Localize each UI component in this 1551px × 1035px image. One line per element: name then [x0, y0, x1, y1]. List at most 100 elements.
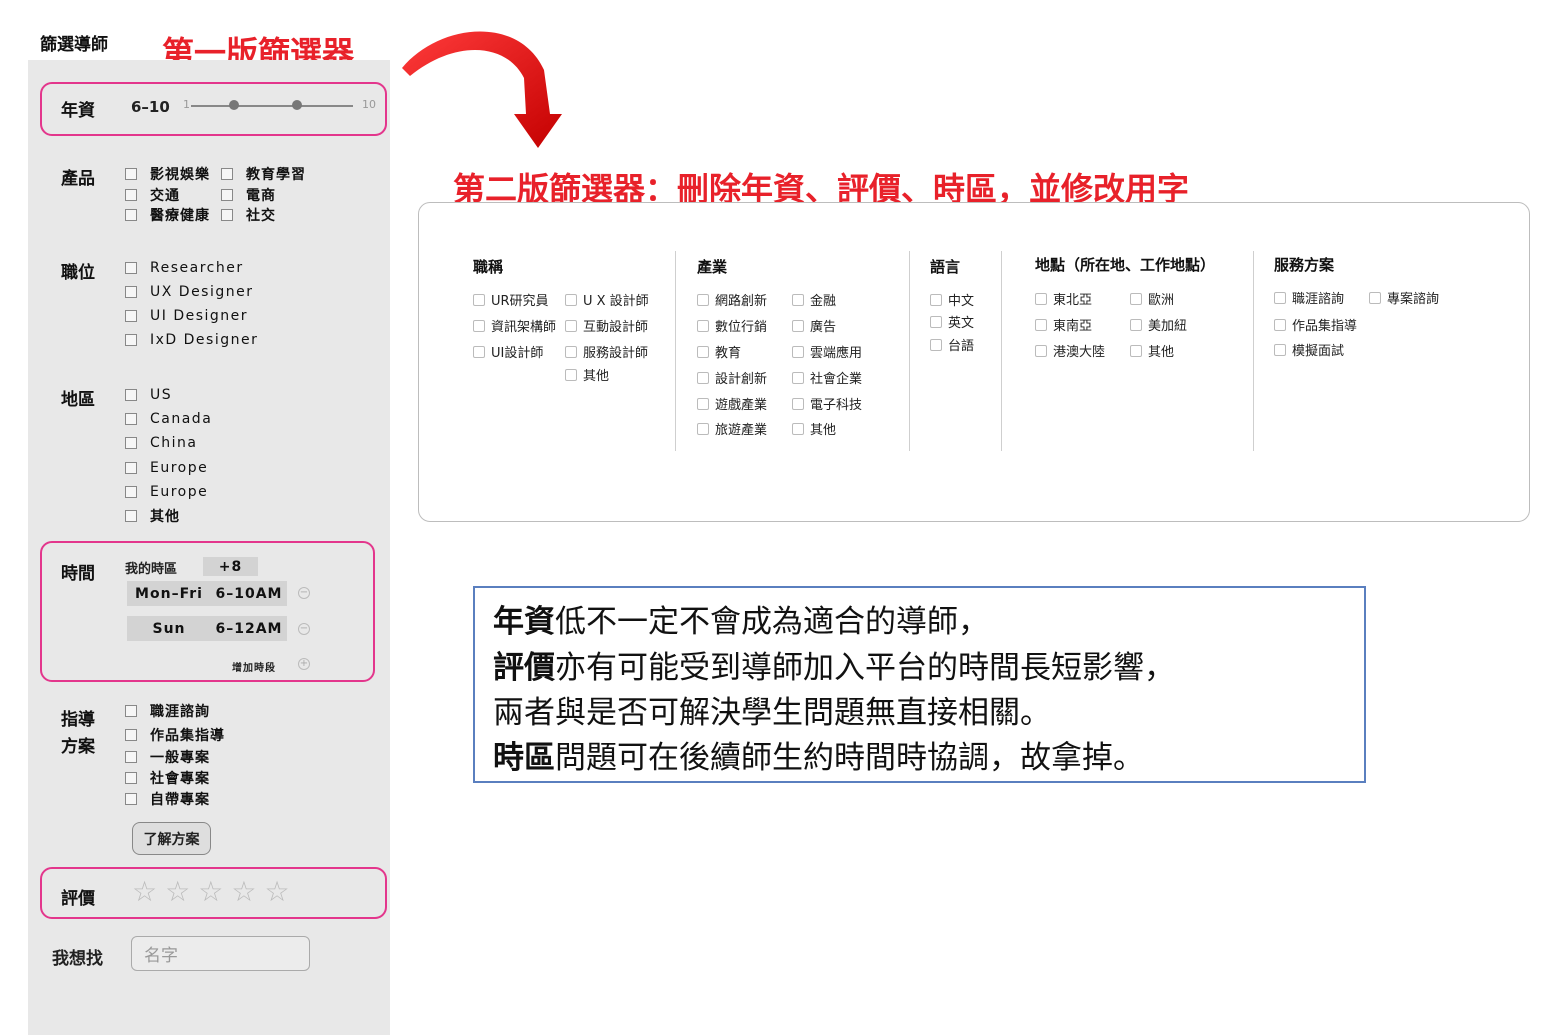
star-icon[interactable]: ☆: [132, 878, 157, 906]
region-option[interactable]: Europe: [125, 484, 208, 500]
checkbox[interactable]: [125, 209, 137, 221]
checkbox[interactable]: [1035, 344, 1047, 357]
industry-option[interactable]: 雲端應用: [792, 342, 862, 361]
add-slot-button[interactable]: 增加時段: [232, 659, 276, 674]
star-icon[interactable]: ☆: [264, 878, 289, 906]
industry-option[interactable]: 旅遊產業: [697, 419, 767, 438]
position-option[interactable]: IxD Designer: [125, 332, 258, 348]
checkbox[interactable]: [473, 319, 485, 332]
location-option[interactable]: 東北亞: [1035, 289, 1092, 308]
checkbox[interactable]: [565, 345, 577, 358]
checkbox[interactable]: [125, 751, 137, 763]
checkbox[interactable]: [697, 345, 709, 358]
product-option[interactable]: 社交: [221, 205, 276, 225]
time-slot-range[interactable]: 6–12AM: [211, 616, 287, 641]
checkbox[interactable]: [697, 371, 709, 384]
industry-option[interactable]: 設計創新: [697, 368, 767, 387]
checkbox[interactable]: [792, 319, 804, 332]
product-option[interactable]: 影視娛樂: [125, 164, 210, 184]
service-option[interactable]: 專案諮詢: [1369, 288, 1439, 307]
checkbox[interactable]: [1035, 318, 1047, 331]
checkbox[interactable]: [1369, 291, 1381, 304]
checkbox[interactable]: [697, 422, 709, 435]
add-slot-icon[interactable]: +: [298, 658, 310, 670]
star-icon[interactable]: ☆: [231, 878, 256, 906]
industry-option[interactable]: 教育: [697, 342, 741, 361]
rating-stars[interactable]: ☆ ☆ ☆ ☆ ☆: [132, 878, 290, 906]
position-option[interactable]: Researcher: [125, 260, 244, 276]
timezone-value[interactable]: +8: [203, 557, 258, 576]
checkbox[interactable]: [125, 486, 137, 498]
industry-option[interactable]: 電子科技: [792, 394, 862, 413]
region-option[interactable]: 其他: [125, 506, 180, 526]
title-option[interactable]: 資訊架構師: [473, 316, 556, 335]
remove-slot-icon[interactable]: −: [298, 623, 310, 635]
industry-option[interactable]: 其他: [792, 419, 836, 438]
location-option[interactable]: 港澳大陸: [1035, 341, 1105, 360]
region-option[interactable]: US: [125, 387, 172, 403]
language-option[interactable]: 台語: [930, 335, 974, 354]
checkbox[interactable]: [1130, 344, 1142, 357]
checkbox[interactable]: [1274, 318, 1286, 331]
checkbox[interactable]: [125, 793, 137, 805]
language-option[interactable]: 英文: [930, 312, 974, 331]
service-option[interactable]: 模擬面試: [1274, 340, 1344, 359]
seniority-slider[interactable]: [191, 105, 353, 107]
industry-option[interactable]: 網路創新: [697, 290, 767, 309]
time-slot-day[interactable]: Mon–Fri: [127, 581, 211, 606]
checkbox[interactable]: [697, 319, 709, 332]
checkbox[interactable]: [125, 389, 137, 401]
checkbox[interactable]: [125, 334, 137, 346]
industry-option[interactable]: 社會企業: [792, 368, 862, 387]
time-slot-range[interactable]: 6–10AM: [211, 581, 287, 606]
checkbox[interactable]: [565, 319, 577, 332]
checkbox[interactable]: [792, 422, 804, 435]
remove-slot-icon[interactable]: −: [298, 587, 310, 599]
region-option[interactable]: Europe: [125, 460, 208, 476]
checkbox[interactable]: [1130, 292, 1142, 305]
product-option[interactable]: 電商: [221, 185, 276, 205]
title-option[interactable]: UI設計師: [473, 342, 543, 361]
checkbox[interactable]: [125, 462, 137, 474]
checkbox[interactable]: [930, 315, 942, 328]
checkbox[interactable]: [792, 345, 804, 358]
service-option[interactable]: 作品集指導: [1274, 315, 1357, 334]
checkbox[interactable]: [221, 168, 233, 180]
checkbox[interactable]: [930, 338, 942, 351]
product-option[interactable]: 教育學習: [221, 164, 306, 184]
language-option[interactable]: 中文: [930, 290, 974, 309]
industry-option[interactable]: 遊戲產業: [697, 394, 767, 413]
location-option[interactable]: 其他: [1130, 341, 1174, 360]
plan-option[interactable]: 一般專案: [125, 747, 210, 767]
checkbox[interactable]: [565, 368, 577, 381]
title-option[interactable]: UR研究員: [473, 290, 549, 309]
checkbox[interactable]: [930, 293, 942, 306]
checkbox[interactable]: [125, 413, 137, 425]
location-option[interactable]: 東南亞: [1035, 315, 1092, 334]
checkbox[interactable]: [125, 168, 137, 180]
title-option[interactable]: 服務設計師: [565, 342, 648, 361]
region-option[interactable]: Canada: [125, 411, 212, 427]
checkbox[interactable]: [125, 437, 137, 449]
checkbox[interactable]: [792, 371, 804, 384]
title-option[interactable]: 其他: [565, 365, 609, 384]
industry-option[interactable]: 廣告: [792, 316, 836, 335]
name-search-input[interactable]: 名字: [131, 936, 310, 971]
star-icon[interactable]: ☆: [165, 878, 190, 906]
plan-option[interactable]: 作品集指導: [125, 725, 225, 745]
checkbox[interactable]: [697, 293, 709, 306]
checkbox[interactable]: [125, 510, 137, 522]
title-option[interactable]: 互動設計師: [565, 316, 648, 335]
checkbox[interactable]: [792, 397, 804, 410]
checkbox[interactable]: [473, 345, 485, 358]
checkbox[interactable]: [125, 772, 137, 784]
time-slot-day[interactable]: Sun: [127, 616, 211, 641]
checkbox[interactable]: [125, 310, 137, 322]
checkbox[interactable]: [792, 293, 804, 306]
checkbox[interactable]: [1130, 318, 1142, 331]
position-option[interactable]: UI Designer: [125, 308, 248, 324]
star-icon[interactable]: ☆: [198, 878, 223, 906]
slider-handle-min[interactable]: [229, 100, 239, 110]
checkbox[interactable]: [125, 189, 137, 201]
industry-option[interactable]: 數位行銷: [697, 316, 767, 335]
